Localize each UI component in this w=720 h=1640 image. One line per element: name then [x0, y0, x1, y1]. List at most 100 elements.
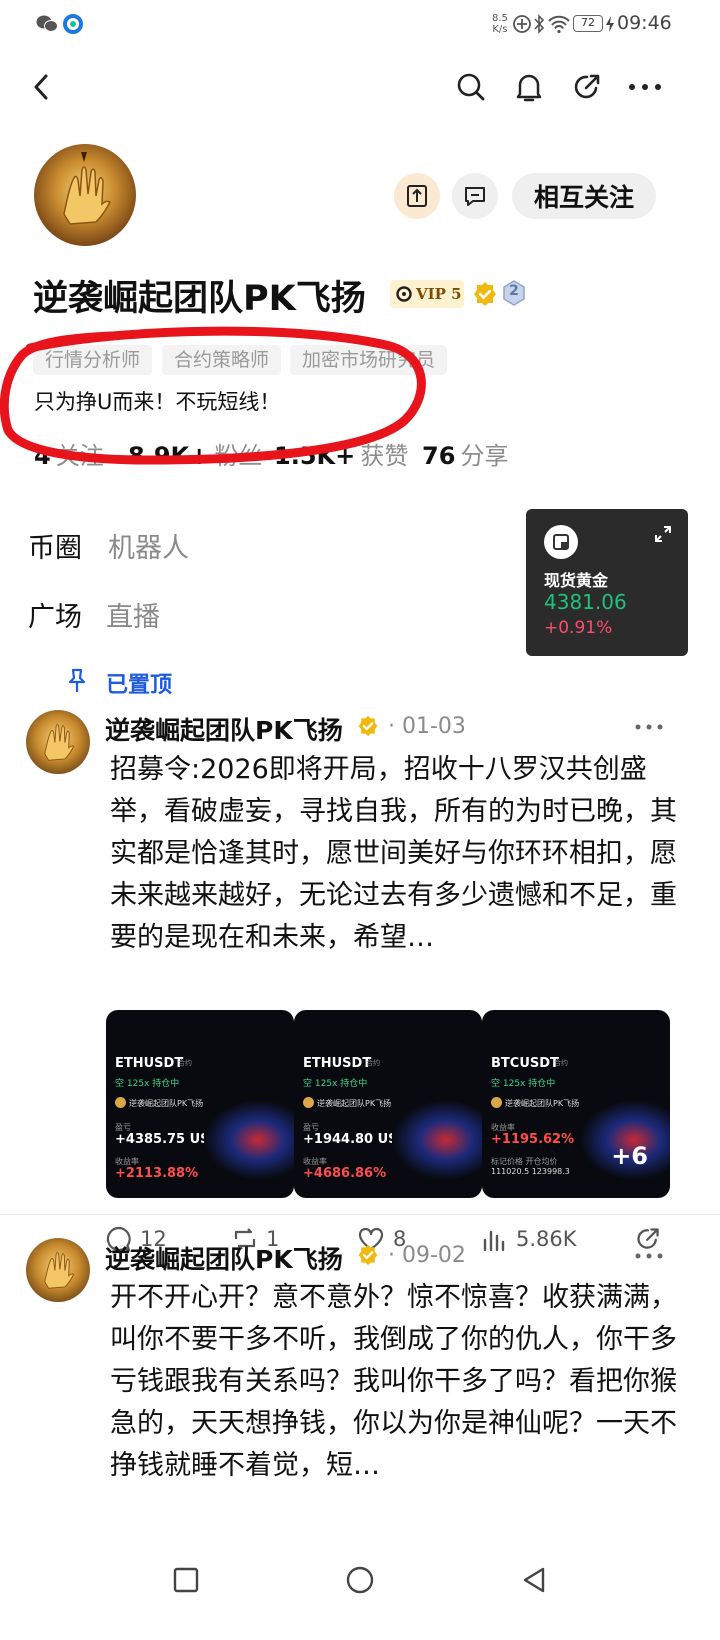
view-count: 5.86K: [516, 1227, 577, 1251]
widget-price: 4381.06: [544, 590, 627, 614]
golden-hand-image: [44, 723, 75, 761]
triangle-back-icon: [523, 1567, 545, 1593]
level-number: 2: [509, 283, 519, 299]
golden-hand-image: [44, 1251, 75, 1289]
tab-square[interactable]: 广场: [28, 595, 82, 634]
post-date: · 09-02: [388, 1243, 466, 1268]
post-text[interactable]: 开不开心开？意不意外？惊不惊喜？收获满满，叫你不要干多不听，我倒成了你的仇人，你…: [110, 1277, 700, 1487]
bluetooth-icon: [532, 13, 546, 35]
image-symbol: BTCUSDT: [491, 1056, 559, 1071]
image-symbol: ETHUSDT: [115, 1056, 184, 1071]
chat-icon: [465, 187, 485, 206]
recent-apps-button[interactable]: [168, 1562, 204, 1598]
race-car-image: [204, 1100, 294, 1180]
image-tag: 合约: [554, 1059, 568, 1067]
bookmark-icon: [407, 185, 427, 207]
image-tag: 合约: [178, 1059, 192, 1067]
chevron-left-icon: [34, 74, 48, 100]
add-circle-icon: [512, 14, 532, 34]
bar-chart-icon: [483, 1230, 505, 1252]
image-symbol: ETHUSDT: [303, 1056, 372, 1071]
widget-title: 现货黄金: [544, 571, 609, 590]
post-text[interactable]: 招募令:2026即将开局，招收十八罗汉共创盛举，看破虚妄，寻找自我，所有的为时已…: [110, 749, 700, 959]
post-image-2[interactable]: ETHUSDT 合约 空 125x 持仓中 逆袭崛起团队PK飞扬 盈亏 +194…: [294, 1010, 482, 1198]
post-image-3[interactable]: BTCUSDT 合约 空 125x 持仓中 逆袭崛起团队PK飞扬 收益率 +11…: [482, 1010, 670, 1198]
tab-crypto[interactable]: 币圈: [28, 526, 82, 565]
post-author[interactable]: 逆袭崛起团队PK飞扬: [105, 1240, 343, 1276]
notification-button[interactable]: [510, 68, 548, 106]
post-avatar[interactable]: [26, 710, 90, 774]
bell-icon: [516, 74, 542, 102]
share-button[interactable]: [568, 68, 606, 106]
search-button[interactable]: [452, 68, 490, 106]
image-roi: +4686.86%: [303, 1166, 387, 1181]
race-car-image: [392, 1100, 482, 1180]
post-image-1[interactable]: ETHUSDT 合约 空 125x 持仓中 逆袭崛起团队PK飞扬 盈亏 +438…: [106, 1010, 294, 1198]
image-user: 逆袭崛起团队PK飞扬: [129, 1099, 204, 1108]
battery-level: 72: [581, 16, 595, 29]
square-icon: [173, 1567, 199, 1593]
message-button[interactable]: [452, 173, 498, 219]
post-divider: [0, 1214, 720, 1215]
save-button[interactable]: [394, 173, 440, 219]
image-user: 逆袭崛起团队PK飞扬: [317, 1099, 392, 1108]
more-button[interactable]: [624, 68, 666, 106]
image-position: 空 125x 持仓中: [491, 1079, 556, 1089]
vip-level: VIP 5: [416, 285, 462, 303]
red-circle-annotation: [0, 326, 426, 465]
user-avatar-icon: [303, 1097, 314, 1108]
pinned-label: 已置顶: [106, 673, 173, 698]
speed-value: 8.5: [492, 13, 508, 24]
more-dots-icon: [629, 84, 661, 90]
gold-price-widget[interactable]: 现货黄金 4381.06 +0.91%: [526, 509, 688, 656]
pin-icon: [64, 667, 90, 695]
golden-hand-image: [63, 152, 112, 225]
user-avatar-icon: [491, 1097, 502, 1108]
wechat-icon: [36, 14, 58, 34]
verified-icon: [356, 1243, 380, 1267]
post-avatar[interactable]: [26, 1238, 90, 1302]
circle-icon: [346, 1566, 374, 1594]
back-button[interactable]: [24, 70, 58, 104]
clock: 09:46: [617, 12, 672, 34]
stat-shares-label: 分享: [460, 442, 509, 470]
image-tag: 合约: [366, 1059, 380, 1067]
more-dots-icon: [635, 724, 663, 730]
image-prices: 111020.5 123998.3: [491, 1167, 570, 1176]
tab-live[interactable]: 直播: [106, 595, 160, 634]
app-logo-icon: [62, 13, 84, 35]
more-images-count: +6: [611, 1142, 648, 1170]
profile-avatar[interactable]: [34, 144, 136, 246]
vip-badge: VIP 5: [390, 280, 464, 308]
post-date-value: 09-02: [402, 1243, 466, 1268]
post-date: · 01-03: [388, 714, 466, 739]
expand-icon[interactable]: [652, 523, 674, 545]
mutual-follow-button[interactable]: 相互关注: [512, 173, 656, 219]
image-roi: +2113.88%: [115, 1166, 199, 1181]
tab-robot[interactable]: 机器人: [108, 526, 189, 565]
wifi-icon: [547, 14, 571, 34]
post-more-button[interactable]: [632, 714, 666, 740]
image-position: 空 125x 持仓中: [303, 1079, 368, 1089]
home-button[interactable]: [342, 1562, 378, 1598]
image-roi: +1195.62%: [491, 1132, 575, 1147]
back-nav-button[interactable]: [516, 1562, 552, 1598]
post-more-button[interactable]: [632, 1243, 666, 1269]
search-icon: [457, 73, 485, 101]
more-dots-icon: [635, 1253, 663, 1259]
verified-icon: [356, 714, 380, 738]
vip-crown-icon: [396, 286, 412, 302]
share-icon: [574, 74, 600, 99]
network-speed: 8.5 K/s: [492, 13, 508, 35]
speed-unit: K/s: [492, 24, 508, 35]
image-position: 空 125x 持仓中: [115, 1079, 180, 1089]
mutual-follow-label: 相互关注: [533, 183, 634, 212]
image-user: 逆袭崛起团队PK飞扬: [505, 1099, 580, 1108]
widget-change: +0.91%: [544, 618, 613, 638]
battery-icon: 72: [573, 15, 603, 32]
views-stat: 5.86K: [482, 1222, 577, 1256]
post-date-value: 01-03: [402, 714, 466, 739]
level-badge: 2: [502, 280, 526, 306]
post-author[interactable]: 逆袭崛起团队PK飞扬: [105, 711, 343, 747]
user-avatar-icon: [115, 1097, 126, 1108]
